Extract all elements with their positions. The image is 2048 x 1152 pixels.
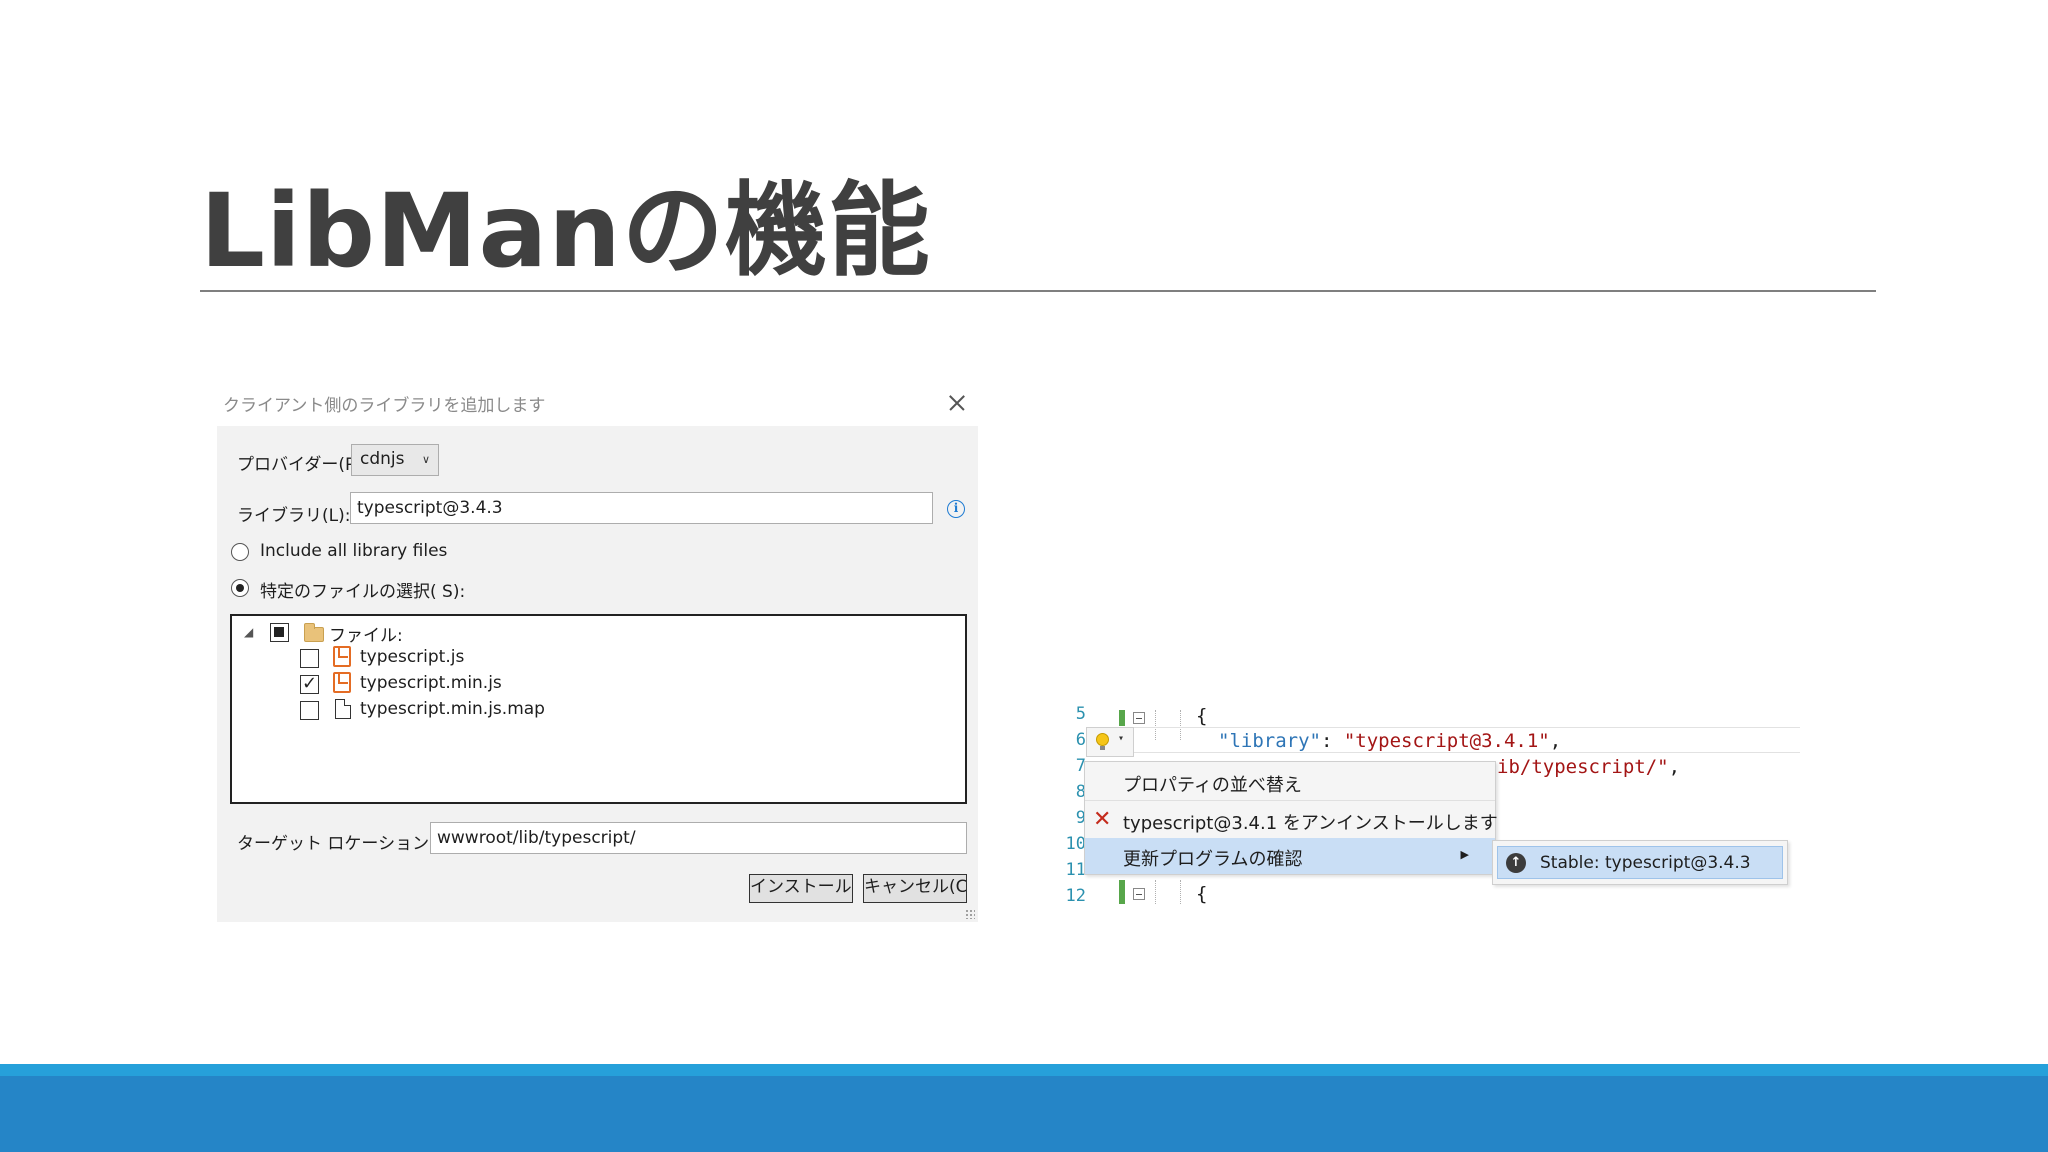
menu-item-label: プロパティの並べ替え	[1123, 775, 1302, 796]
quick-actions-menu: プロパティの並べ替え ✕ typescript@3.4.1 をアンインストールし…	[1084, 761, 1498, 875]
json-comma: ,	[1549, 730, 1562, 752]
file-checkbox[interactable]	[300, 649, 319, 668]
file-tree: ◢ ファイル: typescript.js typescript.min.js …	[230, 614, 967, 804]
menu-item-sort-properties[interactable]: プロパティの並べ替え	[1085, 764, 1495, 800]
indent-guide	[1180, 880, 1181, 904]
file-name: typescript.js	[360, 647, 465, 667]
line-number: 6	[1075, 730, 1086, 750]
target-location-label: ターゲット ロケーション(T):	[237, 834, 459, 854]
line-number: 5	[1075, 704, 1086, 724]
collapse-icon[interactable]	[1133, 712, 1145, 724]
document-icon	[335, 699, 351, 719]
menu-item-label: 更新プログラムの確認	[1123, 849, 1303, 870]
dialog-title: クライアント側のライブラリを追加します	[223, 396, 546, 416]
radio-specific-files[interactable]	[231, 579, 249, 597]
tree-folder-row[interactable]: ◢ ファイル:	[232, 620, 932, 646]
line-number: 9	[1075, 808, 1086, 828]
library-input[interactable]: typescript@3.4.3	[350, 492, 933, 524]
resize-grip[interactable]	[965, 909, 975, 919]
submenu-arrow-icon: ▶	[1460, 848, 1469, 861]
line-number: 7	[1075, 756, 1086, 776]
file-checkbox-checked[interactable]	[300, 673, 319, 694]
lightbulb-icon	[1096, 733, 1109, 750]
json-colon: :	[1320, 730, 1344, 752]
expand-triangle-icon[interactable]: ◢	[244, 625, 253, 639]
footer-band	[0, 1076, 2048, 1152]
file-name: typescript.min.js.map	[360, 699, 545, 719]
line-number: 10	[1065, 834, 1086, 854]
code-editor-snippet: 5 6 7 8 9 10 11 12 { "library": "typescr…	[1060, 700, 1800, 920]
code-line-12: {	[1196, 883, 1208, 905]
provider-dropdown[interactable]: cdnjs ∨	[351, 444, 439, 476]
collapse-icon[interactable]	[1133, 888, 1145, 900]
submenu-item-stable[interactable]: ↑ Stable: typescript@3.4.3	[1497, 846, 1783, 879]
code-line-7: ib/typescript/",	[1497, 756, 1680, 778]
title-divider	[200, 290, 1876, 292]
file-name: typescript.min.js	[360, 673, 502, 693]
delete-x-icon: ✕	[1093, 807, 1112, 832]
file-checkbox[interactable]	[300, 701, 319, 720]
code-line-6: "library": "typescript@3.4.1",	[1218, 730, 1561, 752]
menu-item-label: typescript@3.4.1 をアンインストールします	[1123, 813, 1498, 834]
quick-actions-button[interactable]: ▾	[1086, 727, 1134, 757]
submenu-item-label: Stable: typescript@3.4.3	[1540, 853, 1751, 873]
info-icon[interactable]: i	[947, 500, 965, 518]
tree-file-row[interactable]: typescript.js	[232, 646, 932, 672]
close-icon[interactable]	[940, 386, 974, 420]
folder-checkbox[interactable]	[270, 623, 289, 642]
tree-file-row[interactable]: typescript.min.js.map	[232, 698, 932, 724]
change-marker	[1119, 880, 1125, 904]
provider-label: プロバイダー(P	[237, 455, 356, 475]
slide-title: LibManの機能	[200, 172, 931, 291]
footer-accent-strip	[0, 1064, 2048, 1076]
tree-file-row[interactable]: typescript.min.js	[232, 672, 932, 698]
json-value: "typescript@3.4.1"	[1343, 730, 1550, 752]
indent-guide	[1155, 880, 1156, 904]
dialog-titlebar: クライアント側のライブラリを追加します	[217, 380, 978, 426]
json-comma: ,	[1668, 756, 1681, 778]
provider-value: cdnjs	[360, 449, 405, 469]
line-number: 12	[1065, 886, 1086, 906]
radio-specific-files-label: 特定のファイルの選択( S):	[260, 582, 466, 602]
update-submenu: ↑ Stable: typescript@3.4.3	[1492, 840, 1788, 885]
folder-label: ファイル:	[329, 626, 403, 646]
code-line-5: {	[1196, 705, 1208, 727]
folder-icon	[304, 623, 324, 642]
js-file-icon	[333, 672, 351, 693]
cancel-button[interactable]: キャンセル(C)	[863, 874, 967, 903]
radio-include-all-label: Include all library files	[260, 541, 448, 561]
change-marker	[1119, 710, 1125, 726]
json-key: "library"	[1218, 730, 1321, 752]
target-location-input[interactable]: wwwroot/lib/typescript/	[430, 822, 967, 854]
add-library-dialog: クライアント側のライブラリを追加します プロバイダー(P cdnjs ∨ ライブ…	[217, 380, 978, 922]
json-value: ib/typescript/"	[1497, 756, 1669, 778]
menu-separator	[1085, 800, 1495, 801]
upgrade-arrow-icon: ↑	[1506, 853, 1526, 873]
line-number: 8	[1075, 782, 1086, 802]
menu-item-uninstall[interactable]: ✕ typescript@3.4.1 をアンインストールします	[1085, 802, 1498, 838]
line-number: 11	[1065, 860, 1086, 880]
js-file-icon	[333, 646, 351, 667]
menu-item-check-updates[interactable]: 更新プログラムの確認 ▶	[1085, 838, 1495, 874]
library-label: ライブラリ(L):	[237, 506, 351, 526]
radio-include-all[interactable]	[231, 543, 249, 561]
chevron-down-icon: ▾	[1118, 733, 1125, 744]
install-button[interactable]: インストール(I	[749, 874, 853, 903]
chevron-down-icon: ∨	[421, 453, 430, 466]
